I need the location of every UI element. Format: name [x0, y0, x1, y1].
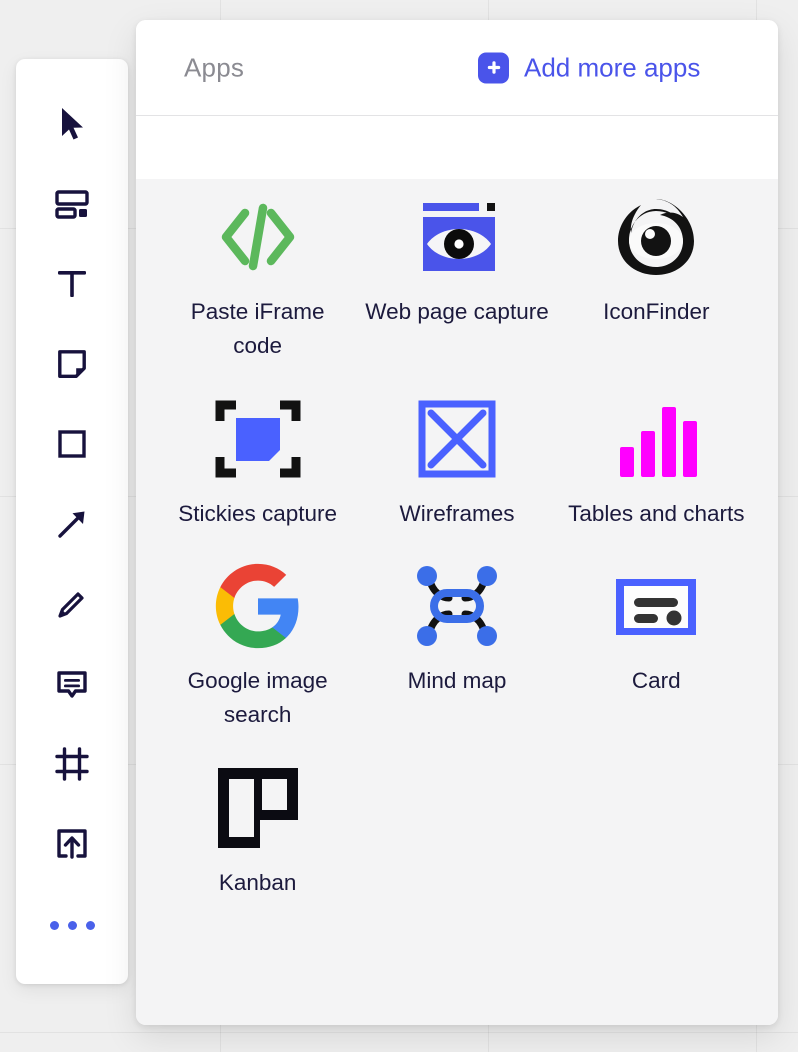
app-item-stickies-capture[interactable]: Stickies capture	[158, 385, 357, 531]
app-label: IconFinder	[603, 299, 710, 324]
kanban-board-icon	[210, 760, 306, 856]
frame-icon	[52, 744, 92, 784]
apps-grid-container: Paste iFrame code Web page capture IconF…	[136, 179, 778, 1025]
iconfinder-logo-icon	[608, 189, 704, 285]
app-item-kanban[interactable]: Kanban	[158, 754, 357, 900]
bar-chart-icon	[608, 391, 704, 487]
comment-bubble-icon	[52, 664, 92, 704]
app-label: Tables and charts	[568, 500, 745, 526]
pen-tool[interactable]	[41, 573, 103, 635]
text-tool-icon	[52, 264, 92, 304]
add-more-apps-label: Add more apps	[524, 52, 701, 82]
more-dots-icon	[49, 920, 59, 930]
template-layout-icon	[52, 184, 92, 224]
sticky-note-icon	[52, 344, 92, 384]
more-dots-icon	[67, 920, 77, 930]
google-g-icon	[210, 558, 306, 654]
app-label: Paste iFrame code	[190, 299, 325, 358]
pencil-draw-icon	[52, 584, 92, 624]
app-label: Google image search	[187, 668, 328, 727]
apps-grid: Paste iFrame code Web page capture IconF…	[158, 179, 756, 900]
mind-map-icon	[409, 558, 505, 654]
app-label: Wireframes	[399, 500, 515, 526]
app-item-card[interactable]: Card	[557, 552, 756, 732]
app-label: Stickies capture	[178, 500, 338, 526]
eye-capture-icon	[409, 189, 505, 285]
app-label: Card	[631, 668, 681, 694]
plus-icon	[478, 52, 509, 83]
square-shape-icon	[52, 424, 92, 464]
stickies-capture-icon	[210, 391, 306, 487]
app-item-paste-iframe-code[interactable]: Paste iFrame code	[158, 183, 357, 363]
more-tools-button[interactable]	[41, 901, 103, 949]
card-icon	[608, 558, 704, 654]
apps-panel: Apps Add more apps Paste iFrame code Web…	[136, 20, 778, 1025]
app-item-tables-and-charts[interactable]: Tables and charts	[557, 385, 756, 531]
upload-tool[interactable]	[41, 813, 103, 875]
cursor-select-icon	[52, 104, 92, 144]
app-item-mind-map[interactable]: Mind map	[357, 552, 556, 732]
arrow-connector-icon	[52, 504, 92, 544]
wireframe-x-icon	[409, 391, 505, 487]
text-tool[interactable]	[41, 253, 103, 315]
more-dots-icon	[85, 920, 95, 930]
arrow-tool[interactable]	[41, 493, 103, 555]
upload-icon	[52, 824, 92, 864]
left-toolbar	[16, 59, 128, 984]
code-brackets-icon	[210, 189, 306, 285]
apps-panel-header: Apps Add more apps	[136, 20, 778, 115]
app-label: Web page capture	[365, 299, 549, 324]
select-tool[interactable]	[41, 93, 103, 155]
page-title: Apps	[184, 52, 245, 82]
app-label: Mind map	[407, 668, 507, 694]
app-label: Kanban	[218, 869, 297, 895]
template-tool[interactable]	[41, 173, 103, 235]
app-item-web-page-capture[interactable]: Web page capture	[357, 183, 556, 363]
frame-tool[interactable]	[41, 733, 103, 795]
panel-subbar	[136, 116, 778, 179]
shape-tool[interactable]	[41, 413, 103, 475]
sticky-note-tool[interactable]	[41, 333, 103, 395]
app-item-google-image-search[interactable]: Google image search	[158, 552, 357, 732]
app-item-wireframes[interactable]: Wireframes	[357, 385, 556, 531]
app-item-iconfinder[interactable]: IconFinder	[557, 183, 756, 363]
comment-tool[interactable]	[41, 653, 103, 715]
add-more-apps-button[interactable]: Add more apps	[478, 52, 700, 83]
